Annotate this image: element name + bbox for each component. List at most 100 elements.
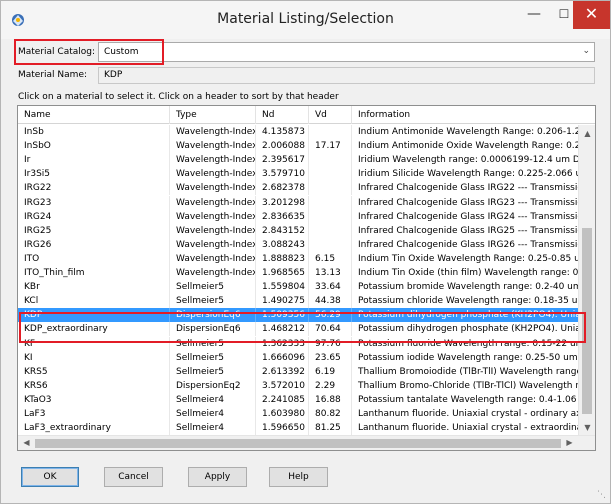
table-row[interactable]: KCl Sellmeier5 1.490275 44.38 Potassium chlo… — [18, 294, 578, 309]
table-row[interactable]: KI Sellmeier5 1.666096 23.65 Potassium iodid… — [18, 350, 578, 365]
table-row[interactable]: LaF3_extraordinary Sellmeier4 1.596650 81.2… — [18, 421, 578, 436]
cell-name: IRG24 — [18, 209, 170, 224]
table-row[interactable]: ITO Wavelength-Index 1.888823 6.15 Indium Ti… — [18, 251, 578, 266]
cell-information: Infrared Chalcogenide Glass IRG24 --- Tr… — [358, 211, 578, 222]
horizontal-scrollbar[interactable]: ◀ ▶ — [18, 435, 595, 450]
material-name-label: Material Name: — [18, 70, 88, 80]
table-row[interactable]: IRG26 Wavelength-Index 3.088243 Infrared Ch… — [18, 237, 578, 252]
cell-vd — [309, 181, 352, 196]
cell-nd: 2.836635 — [256, 209, 309, 224]
cell-nd: 2.682378 — [256, 181, 309, 196]
table-row[interactable]: KBr Sellmeier5 1.559804 33.64 Potassium brom… — [18, 280, 578, 295]
cell-information: Lanthanum fluoride. Uniaxial crystal - e… — [358, 423, 578, 434]
ok-button[interactable]: OK — [21, 467, 79, 487]
header-vd[interactable]: Vd — [309, 106, 352, 124]
table-row[interactable]: Ir3Si5 Wavelength-Index 3.579710 Iridium Si… — [18, 167, 578, 182]
cell-information: Indium Tin Oxide (thin film) Wavelength … — [358, 268, 578, 278]
close-icon[interactable]: ✕ — [573, 1, 610, 29]
resize-grip-icon[interactable]: ⋱ — [597, 490, 607, 500]
scroll-down-icon[interactable]: ▼ — [579, 419, 596, 436]
scroll-left-icon[interactable]: ◀ — [18, 435, 35, 450]
cell-vd: 44.38 — [309, 294, 352, 309]
cell-information: Thallium Bromo-Chloride (TlBr-TlCl) Wave… — [358, 380, 578, 391]
cell-name: KRS6 — [18, 378, 170, 393]
cell-name: IRG26 — [18, 237, 170, 252]
cell-information: Indium Tin Oxide Wavelength Range: 0.25-… — [358, 253, 578, 264]
table-row[interactable]: IRG23 Wavelength-Index 3.201298 Infrared Ch… — [18, 195, 578, 210]
cell-information: Iridium Wavelength range: 0.0006199-12.4… — [358, 155, 578, 166]
cell-vd: 6.19 — [309, 364, 352, 379]
cell-information: Potassium iodide Wavelength range: 0.25-… — [358, 352, 578, 363]
cell-vd — [309, 153, 352, 168]
vertical-scrollbar[interactable]: ▲ ▼ — [578, 125, 595, 436]
table-row[interactable]: InSb Wavelength-Index 4.135873 Indium Antim… — [18, 125, 578, 139]
cell-nd: 2.241085 — [256, 392, 309, 407]
table-row[interactable]: InSbO Wavelength-Index 2.006088 17.17 Indium… — [18, 139, 578, 154]
cell-nd: 1.888823 — [256, 251, 309, 266]
cell-name: KTaO3 — [18, 392, 170, 407]
cell-vd — [309, 125, 352, 139]
cell-vd — [309, 167, 352, 182]
table-row[interactable]: KTaO3 Sellmeier4 2.241085 16.88 Potassium ta… — [18, 392, 578, 407]
cell-type: Wavelength-Index — [170, 266, 256, 280]
cell-nd: 2.843152 — [256, 223, 309, 238]
apply-button[interactable]: Apply — [188, 467, 247, 487]
cell-type: Wavelength-Index — [170, 195, 256, 210]
cell-name: ITO_Thin_film — [18, 266, 170, 280]
scroll-up-icon[interactable]: ▲ — [579, 125, 596, 142]
table-row[interactable]: ITO_Thin_film Wavelength-Index 1.968565 13.… — [18, 266, 578, 280]
cell-nd: 2.395617 — [256, 153, 309, 168]
cell-nd: 1.666096 — [256, 350, 309, 365]
cell-type: Wavelength-Index — [170, 181, 256, 196]
cancel-button[interactable]: Cancel — [104, 467, 163, 487]
table-row[interactable]: KRS6 DispersionEq2 3.572010 2.29 Thallium Br… — [18, 378, 578, 393]
material-list[interactable]: Name Type Nd Vd Information InSb Waveleng… — [17, 105, 596, 451]
table-row[interactable]: IRG22 Wavelength-Index 2.682378 Infrared Ch… — [18, 181, 578, 196]
header-nd[interactable]: Nd — [256, 106, 309, 124]
cell-vd: 6.15 — [309, 251, 352, 266]
cell-information: Infrared Chalcogenide Glass IRG25 --- Tr… — [358, 225, 578, 236]
cell-information: Iridium Silicide Wavelength Range: 0.225… — [358, 169, 578, 180]
cell-information: Infrared Chalcogenide Glass IRG22 --- Tr… — [358, 183, 578, 194]
cell-type: Sellmeier4 — [170, 421, 256, 436]
header-name[interactable]: Name — [18, 106, 170, 124]
table-row[interactable]: KRS5 Sellmeier5 2.613392 6.19 Thallium Bromo… — [18, 364, 578, 379]
cell-vd: 2.29 — [309, 378, 352, 393]
cell-vd: 80.82 — [309, 407, 352, 421]
cell-vd: 23.65 — [309, 350, 352, 365]
table-row[interactable]: IRG24 Wavelength-Index 2.836635 Infrared Ch… — [18, 209, 578, 224]
material-name-value: KDP — [104, 70, 123, 80]
table-row[interactable]: LaF3 Sellmeier4 1.603980 80.82 Lanthanum flu… — [18, 407, 578, 421]
cell-name: Ir3Si5 — [18, 167, 170, 182]
cell-vd: 16.88 — [309, 392, 352, 407]
chevron-down-icon[interactable]: ⌄ — [582, 46, 590, 56]
cell-information: Indium Antimonide Wavelength Range: 0.20… — [358, 127, 578, 137]
horizontal-scroll-thumb[interactable] — [35, 439, 561, 448]
table-row[interactable]: Ir Wavelength-Index 2.395617 Iridium Wavele… — [18, 153, 578, 168]
header-type[interactable]: Type — [170, 106, 256, 124]
catalog-dropdown[interactable]: Custom ⌄ — [98, 42, 595, 62]
header-information[interactable]: Information — [352, 106, 595, 124]
cell-nd: 1.603980 — [256, 407, 309, 421]
cell-name: KRS5 — [18, 364, 170, 379]
cell-information: Infrared Chalcogenide Glass IRG26 --- Tr… — [358, 239, 578, 250]
cell-nd: 2.613392 — [256, 364, 309, 379]
cell-name: KCl — [18, 294, 170, 309]
cell-nd: 3.088243 — [256, 237, 309, 252]
table-row[interactable]: IRG25 Wavelength-Index 2.843152 Infrared Ch… — [18, 223, 578, 238]
cell-nd: 3.579710 — [256, 167, 309, 182]
cell-nd: 3.572010 — [256, 378, 309, 393]
cell-type: Wavelength-Index — [170, 237, 256, 252]
cell-information: Indium Antimonide Oxide Wavelength Range… — [358, 141, 578, 152]
cell-type: Wavelength-Index — [170, 251, 256, 266]
minimize-icon[interactable]: — — [519, 1, 549, 29]
cell-vd — [309, 195, 352, 210]
cell-information: Infrared Chalcogenide Glass IRG23 --- Tr… — [358, 197, 578, 208]
scroll-right-icon[interactable]: ▶ — [561, 435, 578, 450]
cell-vd: 13.13 — [309, 266, 352, 280]
cell-information: Potassium tantalate Wavelength range: 0.… — [358, 394, 578, 405]
material-listing-window: Material Listing/Selection — ☐ ✕ Materia… — [0, 0, 611, 504]
cell-type: DispersionEq2 — [170, 378, 256, 393]
cell-type: Wavelength-Index — [170, 125, 256, 139]
help-button[interactable]: Help — [269, 467, 328, 487]
